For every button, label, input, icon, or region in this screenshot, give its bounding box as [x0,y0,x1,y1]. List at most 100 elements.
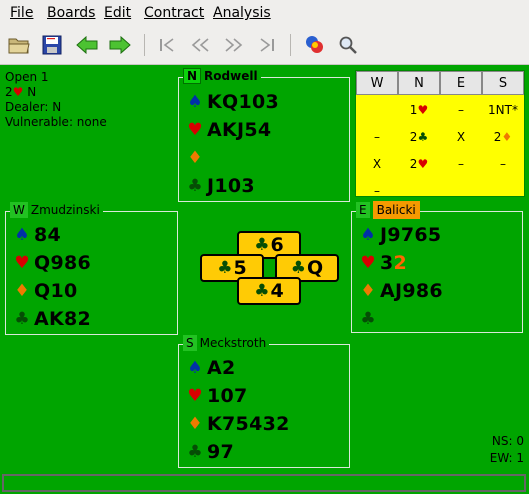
forward-arrow-icon[interactable] [107,32,133,58]
bid-header-south: S [482,71,524,95]
bid-cell: X [456,130,466,144]
suit-row-clubs: ♣ 97 [185,439,234,465]
menu-boards[interactable]: Boards [47,5,95,21]
cards-hearts[interactable]: AKJ54 [207,119,271,141]
suit-row-diamonds: ♦ Q10 [12,278,78,304]
cards-hearts[interactable]: Q986 [34,252,91,274]
bid-cell: 2 ♦ [493,130,513,144]
bid-cell: – [374,130,380,144]
hand-north: N Rodwell ♠ KQ103 ♥ AKJ54 ♦ ♣ J103 [178,67,350,202]
bid-cell: 1 N T * [488,103,518,117]
trick-card-south[interactable]: ♣ 4 [237,277,301,305]
bid-cell: 2 ♥ [409,157,429,171]
spade-icon: ♠ [187,358,203,378]
bid-cell [482,179,524,203]
next-trick-icon[interactable] [221,32,247,58]
menu-analysis[interactable]: Analysis [213,5,271,21]
dealer-icon[interactable] [302,32,328,58]
back-arrow-icon[interactable] [74,32,100,58]
zoom-icon[interactable] [335,32,361,58]
spade-icon: ♠ [360,225,376,245]
cards-spades[interactable]: A2 [207,357,236,379]
hand-west: W Zmudzinski ♠ 84 ♥ Q986 ♦ Q10 ♣ AK82 [5,201,178,335]
cards-diamonds[interactable]: K75432 [207,413,290,435]
suit-row-spades: ♠ J9765 [358,222,441,248]
diamond-icon: ♦ [360,281,376,301]
suit-row-spades: ♠ 84 [12,222,61,248]
club-icon: ♣ [187,442,203,462]
bid-cell: X [372,157,382,171]
suit-row-diamonds: ♦ AJ986 [358,278,443,304]
suit-row-diamonds: ♦ [185,145,207,171]
cards-diamonds[interactable]: AJ986 [380,280,443,302]
club-icon: ♣ [217,258,233,278]
hand-east: E Balicki ♠ J9765 ♥ 32 ♦ AJ986 ♣ [351,201,523,333]
club-icon: ♣ [360,309,376,329]
spade-icon: ♠ [14,225,30,245]
bid-cell [440,179,482,203]
seat-badge-south: S [183,335,197,351]
hand-north-header: N Rodwell [183,67,261,85]
bid-cell: 1 ♥ [409,103,429,117]
bid-cell [398,179,440,203]
score-ew: EW: 1 [489,451,524,465]
suit-row-clubs: ♣ AK82 [12,306,91,332]
spade-icon: ♠ [187,92,203,112]
menu-file[interactable]: File [10,5,33,21]
hand-west-header: W Zmudzinski [10,201,103,219]
save-icon[interactable] [39,32,65,58]
last-trick-icon[interactable] [254,32,280,58]
cards-diamonds[interactable]: Q10 [34,280,78,302]
heart-icon: ♥ [14,253,30,273]
bid-cell: – [374,184,380,198]
bid-cell: – [458,103,464,117]
heart-icon: ♥ [187,120,203,140]
hand-south-header: S Meckstroth [183,334,270,352]
bid-cell: – [458,157,464,171]
player-name-east: Balicki [372,201,420,219]
vulnerable-label: Vulnerable: none [5,115,107,129]
seat-badge-east: E [356,202,370,218]
suit-row-clubs: ♣ J103 [185,173,255,199]
first-trick-icon[interactable] [154,32,180,58]
bid-cell: 2 ♣ [409,130,429,144]
bid-header-north: N [398,71,440,95]
hand-east-header: E Balicki [356,201,420,219]
score-ns: NS: 0 [491,434,524,448]
cards-clubs[interactable]: 97 [207,441,234,463]
seat-badge-west: W [10,202,28,218]
dealer-label: Dealer: N [5,100,62,114]
club-icon: ♣ [254,235,270,255]
toolbar-separator [290,34,291,56]
bid-header-west: W [356,71,398,95]
status-bar [2,474,526,492]
suit-row-diamonds: ♦ K75432 [185,411,290,437]
menu-contract[interactable]: Contract [144,5,204,21]
cards-spades[interactable]: KQ103 [207,91,279,113]
menubar: File Boards Edit Contract Analysis [0,0,529,26]
cards-clubs[interactable]: J103 [207,175,255,197]
bidding-table: W N E S 1 ♥ – 1 N T * – 2 ♣ X 2 ♦ X 2 ♥ – – – [355,70,525,198]
diamond-icon: ♦ [187,414,203,434]
suit-row-hearts: ♥ AKJ54 [185,117,271,143]
suit-row-hearts: ♥ 107 [185,383,248,409]
toolbar-separator [144,34,145,56]
cards-spades[interactable]: J9765 [380,224,441,246]
suit-row-spades: ♠ A2 [185,355,236,381]
club-icon: ♣ [254,281,270,301]
open-folder-icon[interactable] [6,32,32,58]
menu-edit[interactable]: Edit [104,5,131,21]
cards-clubs[interactable]: AK82 [34,308,91,330]
cards-hearts[interactable]: 32 [380,252,407,274]
previous-trick-icon[interactable] [187,32,213,58]
cards-spades[interactable]: 84 [34,224,61,246]
toolbar [0,26,529,65]
suit-row-hearts: ♥ 32 [358,250,407,276]
heart-icon: ♥ [187,386,203,406]
cards-hearts[interactable]: 107 [207,385,248,407]
heart-icon: ♥ [360,253,376,273]
suit-row-clubs: ♣ [358,306,380,332]
suit-row-hearts: ♥ Q986 [12,250,91,276]
bid-cell: – [500,157,506,171]
bid-cell [356,98,398,122]
